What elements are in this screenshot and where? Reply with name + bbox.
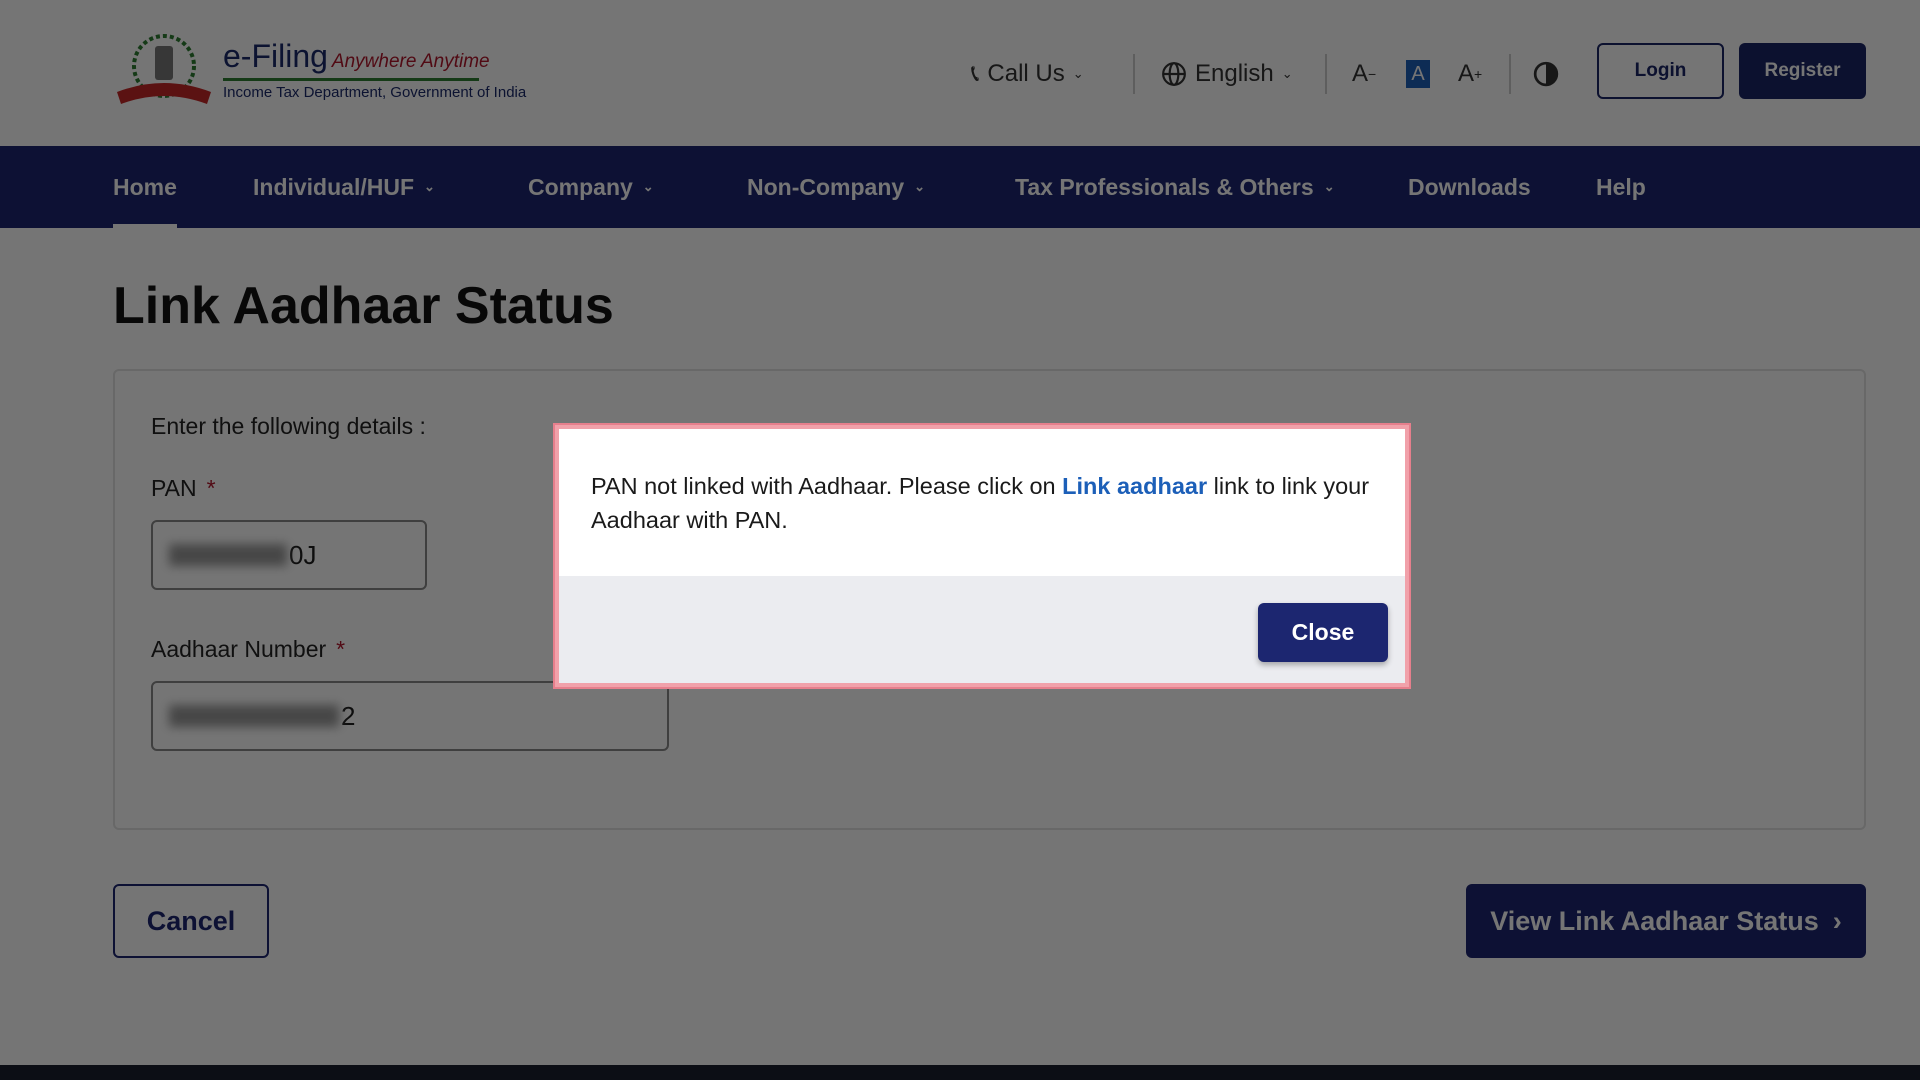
main-nav: Home Individual/HUF ⌄ Company ⌄ Non-Compan… — [0, 146, 1920, 228]
required-mark: * — [336, 636, 346, 662]
aadhaar-label: Aadhaar Number * — [151, 636, 345, 663]
dialog-footer: Close — [559, 576, 1405, 683]
aadhaar-label-text: Aadhaar Number — [151, 636, 327, 662]
register-button[interactable]: Register — [1739, 43, 1866, 99]
font-default-button[interactable]: A — [1406, 60, 1430, 88]
nav-home[interactable]: Home — [113, 146, 177, 228]
chevron-right-icon: › — [1832, 905, 1842, 936]
divider — [1325, 54, 1327, 94]
footer — [0, 1065, 1920, 1080]
login-button[interactable]: Login — [1597, 43, 1724, 99]
language-label: English — [1195, 60, 1274, 87]
font-increase-button[interactable]: A + — [1458, 56, 1482, 92]
nav-label: Home — [113, 173, 177, 200]
nav-non-company[interactable]: Non-Company ⌄ — [747, 146, 925, 228]
nav-label: Individual/HUF — [253, 173, 414, 200]
chevron-down-icon: ⌄ — [642, 179, 654, 194]
message-text: PAN not linked with Aadhaar. Please clic… — [591, 473, 1063, 499]
efiling-logo[interactable]: e-Filing Anywhere Anytime Income Tax Depa… — [113, 34, 526, 110]
language-dropdown[interactable]: English ⌄ — [1161, 56, 1293, 92]
phone-icon: 📞︎ — [971, 60, 980, 87]
chevron-down-icon: ⌄ — [1281, 66, 1293, 81]
nav-label: Help — [1596, 173, 1646, 200]
instructions-text: Enter the following details : — [151, 413, 426, 439]
font-decrease-label: A — [1352, 60, 1369, 87]
pan-input[interactable]: 0J — [151, 520, 427, 590]
font-increase-label: A — [1458, 60, 1475, 87]
aadhaar-value: 2 — [341, 700, 356, 731]
font-default-label: A — [1411, 62, 1425, 85]
nav-label: Company — [528, 173, 633, 200]
aadhaar-input[interactable]: 2 — [151, 681, 669, 751]
nav-downloads[interactable]: Downloads — [1408, 146, 1531, 228]
view-link-aadhaar-status-button[interactable]: View Link Aadhaar Status › — [1466, 884, 1866, 958]
alert-dialog: PAN not linked with Aadhaar. Please clic… — [555, 425, 1409, 687]
call-us-label: Call Us — [987, 60, 1065, 87]
globe-icon — [1162, 62, 1186, 86]
call-us-dropdown[interactable]: 📞︎ Call Us ⌄ — [971, 56, 1084, 92]
nav-help[interactable]: Help — [1596, 146, 1646, 228]
brand-tagline: Anywhere Anytime — [331, 51, 490, 72]
brand-name: e-Filing — [223, 38, 328, 74]
nav-tax-professionals[interactable]: Tax Professionals & Others ⌄ — [1015, 146, 1335, 228]
contrast-icon[interactable] — [1533, 61, 1559, 87]
page-title: Link Aadhaar Status — [113, 277, 614, 335]
nav-label: Tax Professionals & Others — [1015, 173, 1314, 200]
masked-value — [169, 705, 339, 727]
font-decrease-button[interactable]: A − — [1352, 56, 1376, 92]
brand-subtitle: Income Tax Department, Government of Ind… — [223, 84, 527, 101]
site-header: e-Filing Anywhere Anytime Income Tax Depa… — [0, 0, 1920, 146]
brand-divider — [223, 78, 479, 81]
nav-label: Downloads — [1408, 173, 1531, 200]
nav-individual-huf[interactable]: Individual/HUF ⌄ — [253, 146, 435, 228]
pan-label-text: PAN — [151, 475, 197, 501]
dialog-message: PAN not linked with Aadhaar. Please clic… — [559, 429, 1405, 576]
cancel-button[interactable]: Cancel — [113, 884, 269, 958]
nav-label: Non-Company — [747, 173, 905, 200]
view-status-label: View Link Aadhaar Status — [1490, 905, 1819, 936]
chevron-down-icon: ⌄ — [1072, 66, 1084, 81]
divider — [1509, 54, 1511, 94]
chevron-down-icon: ⌄ — [1323, 179, 1335, 194]
masked-value — [169, 544, 287, 566]
chevron-down-icon: ⌄ — [914, 179, 926, 194]
pan-label: PAN * — [151, 475, 216, 502]
pan-value: 0J — [289, 539, 317, 570]
emblem-icon — [117, 34, 211, 104]
close-button[interactable]: Close — [1258, 603, 1388, 662]
required-mark: * — [206, 475, 216, 501]
chevron-down-icon: ⌄ — [424, 179, 435, 194]
link-aadhaar-link[interactable]: Link aadhaar — [1062, 473, 1207, 499]
divider — [1133, 54, 1135, 94]
nav-company[interactable]: Company ⌄ — [528, 146, 654, 228]
